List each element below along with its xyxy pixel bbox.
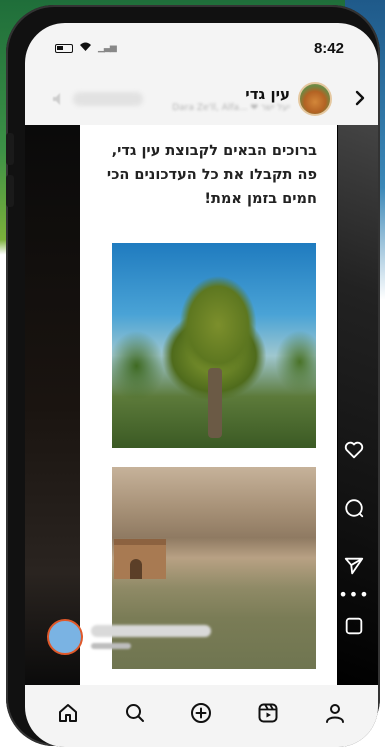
- clock: 8:42: [313, 39, 344, 57]
- phone-screen: ▁▃▅ 8:42 עין גדי Dara Ze'll, Alfa... ❤ י…: [25, 23, 378, 747]
- channel-subtitle: Dara Ze'll, Alfa... ❤ יעל ישר: [172, 103, 290, 113]
- signal-icon: ▁▃▅: [98, 43, 117, 53]
- author-subtitle-blurred: [91, 643, 131, 649]
- header-left: [51, 91, 172, 107]
- status-icons: ▁▃▅: [55, 41, 117, 55]
- post-card[interactable]: ברוכים הבאים לקבוצת עין גדי, פה תקבלו את…: [80, 125, 337, 685]
- post-text: ברוכים הבאים לקבוצת עין גדי, פה תקבלו את…: [106, 143, 317, 207]
- wifi-icon: [79, 41, 92, 55]
- chevron-right-icon[interactable]: [354, 87, 366, 111]
- header-right[interactable]: עין גדי Dara Ze'll, Alfa... ❤ יעל ישר: [172, 82, 366, 116]
- channel-avatar[interactable]: [298, 82, 332, 116]
- side-button-upper: [6, 133, 14, 165]
- search-icon[interactable]: [121, 699, 149, 727]
- side-button-lower: [6, 175, 14, 207]
- save-icon[interactable]: [343, 614, 365, 638]
- comment-icon[interactable]: [343, 496, 365, 520]
- battery-icon: [55, 43, 73, 53]
- ruin-building: [114, 539, 166, 579]
- author-avatar[interactable]: [47, 619, 83, 655]
- create-icon[interactable]: [187, 699, 215, 727]
- story-header: עין גדי Dara Ze'll, Alfa... ❤ יעל ישר: [25, 73, 378, 125]
- audio-icon[interactable]: [51, 91, 67, 107]
- author-row[interactable]: [47, 619, 211, 655]
- status-bar: ▁▃▅ 8:42: [25, 23, 378, 73]
- home-icon[interactable]: [54, 699, 82, 727]
- author-name-blurred: [91, 625, 211, 637]
- tree-trunk: [208, 368, 222, 438]
- reels-icon[interactable]: [254, 699, 282, 727]
- tree-photo: [112, 243, 316, 448]
- blurred-header-text: [73, 92, 143, 106]
- send-icon[interactable]: [343, 554, 365, 578]
- profile-icon[interactable]: [321, 699, 349, 727]
- heart-icon[interactable]: [343, 438, 365, 462]
- more-icon[interactable]: •••: [338, 587, 369, 603]
- phone-frame: ▁▃▅ 8:42 עין גדי Dara Ze'll, Alfa... ❤ י…: [6, 5, 380, 747]
- channel-name[interactable]: עין גדי: [172, 85, 290, 103]
- bottom-nav: [25, 685, 378, 747]
- action-bar: •••: [338, 438, 369, 672]
- story-background-left: [25, 125, 80, 685]
